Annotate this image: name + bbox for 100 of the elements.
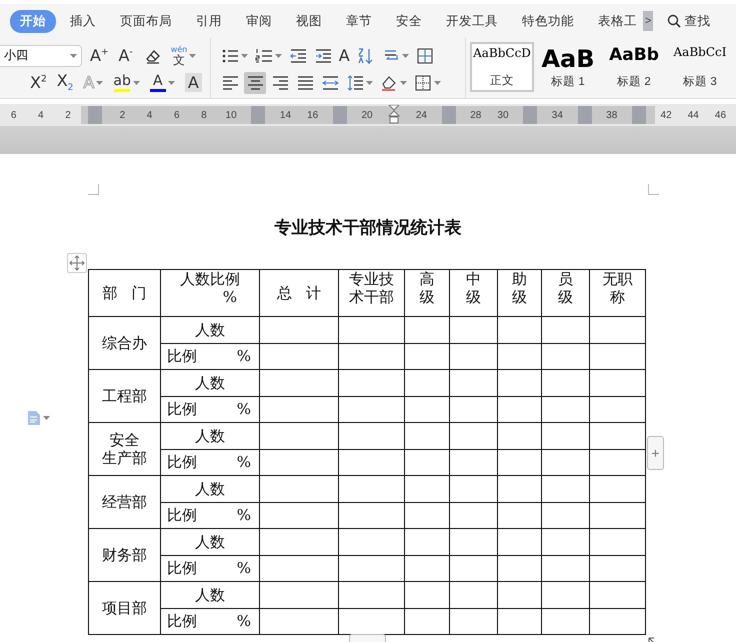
table-cell: 人数 [195,586,225,604]
ribbon-tab[interactable]: 引用 [186,10,232,32]
justify-icon [296,74,314,92]
sort-icon [356,46,375,64]
format-button[interactable]: X$_{2}$ [54,72,76,94]
column-marker[interactable] [578,106,592,124]
ribbon-tab[interactable]: 页面布局 [110,10,182,32]
distribute-icon [320,74,339,92]
caret-icon [434,80,441,84]
table-header: 专业技术干部 [349,270,394,306]
department-name: 安全 [110,431,140,449]
caret-icon [43,416,50,420]
search-icon [667,14,682,28]
table-cell: % [236,559,251,578]
caret-icon [70,54,77,58]
table-cell: 人数 [195,480,225,498]
caret-icon [366,80,373,84]
caret-icon [274,54,282,58]
ribbon-tab[interactable]: 章节 [336,10,382,32]
table-header: 人数比例 [180,270,240,288]
table-header: 中级 [466,270,481,306]
ribbon-tab[interactable]: 开发工具 [436,10,508,32]
table-cell: % [236,347,251,366]
table-header: 部 门 [102,284,147,302]
numbering-icon [254,46,273,64]
format-button[interactable]: X$^{2}$ [28,72,49,94]
style-preset[interactable]: AaBb 标题 2 [602,42,666,92]
department-name: 生产部 [102,449,147,467]
outdent-icon [288,46,307,64]
search-button[interactable]: 查找 [667,12,710,30]
department-name: 经营部 [102,493,147,511]
ribbon-tab[interactable]: 安全 [386,10,432,32]
line-spacing-icon [346,74,364,92]
ruler: 6 4 2 2 4 6 8 10 14 16 20 24 28 30 34 38 42 44 46 [0,104,736,126]
table-cell: 人数 [195,320,225,339]
ribbon-tab[interactable]: 特色功能 [512,10,584,32]
format-button[interactable]: wén 文 [168,44,198,66]
caret-icon [96,80,104,84]
bullets-icon [220,46,239,64]
column-marker[interactable] [251,106,266,124]
style-preset[interactable]: AaB 标题 1 [536,42,600,92]
shading-icon [380,74,398,92]
table-cell: 比例 [167,453,197,472]
align-center-icon [246,74,264,92]
format-button[interactable]: A$^{+}$ [88,44,110,66]
table-header: 员级 [558,270,573,306]
caret-icon [402,54,409,58]
format-button[interactable]: A$^{-}$ [116,44,135,66]
table-cell: 比例 [167,506,197,524]
table-cell: % [236,400,251,418]
align-right-icon [270,74,289,92]
caret-icon [189,54,196,58]
document-title: 专业技术干部情况统计表 [274,217,462,239]
ribbon-tab[interactable]: 视图 [286,10,332,32]
table-cell: 人数 [195,374,225,392]
style-preset[interactable]: AaBbCcD 正文 [470,42,534,92]
indent-icon [314,46,332,64]
table-header: 总 计 [276,284,322,302]
align-left-icon [220,74,239,92]
table-cell: % [236,612,251,630]
add-column-button[interactable]: + [647,436,664,470]
indent-marker-icon[interactable] [388,105,400,125]
format-button[interactable]: ab [111,72,142,94]
caret-icon [400,80,407,84]
ribbon-tab[interactable]: 审阅 [236,10,282,32]
department-name: 财务部 [102,546,147,564]
table-cell: 人数 [195,532,225,551]
caret-icon [132,80,140,84]
caret-icon [168,80,175,84]
table-cell: 比例 [167,612,197,630]
caret-icon [240,54,248,58]
department-name: 综合办 [102,334,147,352]
table-cell: 比例 [167,347,197,366]
format-button[interactable]: A [148,72,177,94]
table-cell: 人数 [195,426,225,445]
move-handle-icon[interactable] [67,253,87,273]
table-cell: 比例 [167,559,197,578]
table-header: 助级 [512,270,527,306]
table-cell: % [236,506,251,524]
column-marker[interactable] [88,106,102,124]
table-header: 无职称 [602,270,632,306]
table-cell: 比例 [167,400,197,418]
department-name: 工程部 [102,387,147,405]
format-button[interactable]: A [336,44,352,66]
more-tabs-button[interactable]: > [643,11,654,31]
table-cell: % [236,453,251,472]
ribbon-tab[interactable]: 插入 [60,10,106,32]
department-name: 项目部 [102,599,147,617]
font-size-field[interactable]: 小四 [0,44,82,66]
borders-icon [414,74,432,92]
column-marker[interactable] [632,106,646,124]
align-center-button[interactable] [244,72,266,94]
column-marker[interactable] [442,106,456,124]
table-header: % [222,288,238,306]
frame-icon [416,46,434,64]
table-header: 高级 [420,270,434,306]
column-marker[interactable] [332,106,347,124]
format-button[interactable]: A [182,72,204,94]
style-preset[interactable]: AaBbCcI 标题 3 [668,42,732,92]
column-marker[interactable] [523,106,538,124]
